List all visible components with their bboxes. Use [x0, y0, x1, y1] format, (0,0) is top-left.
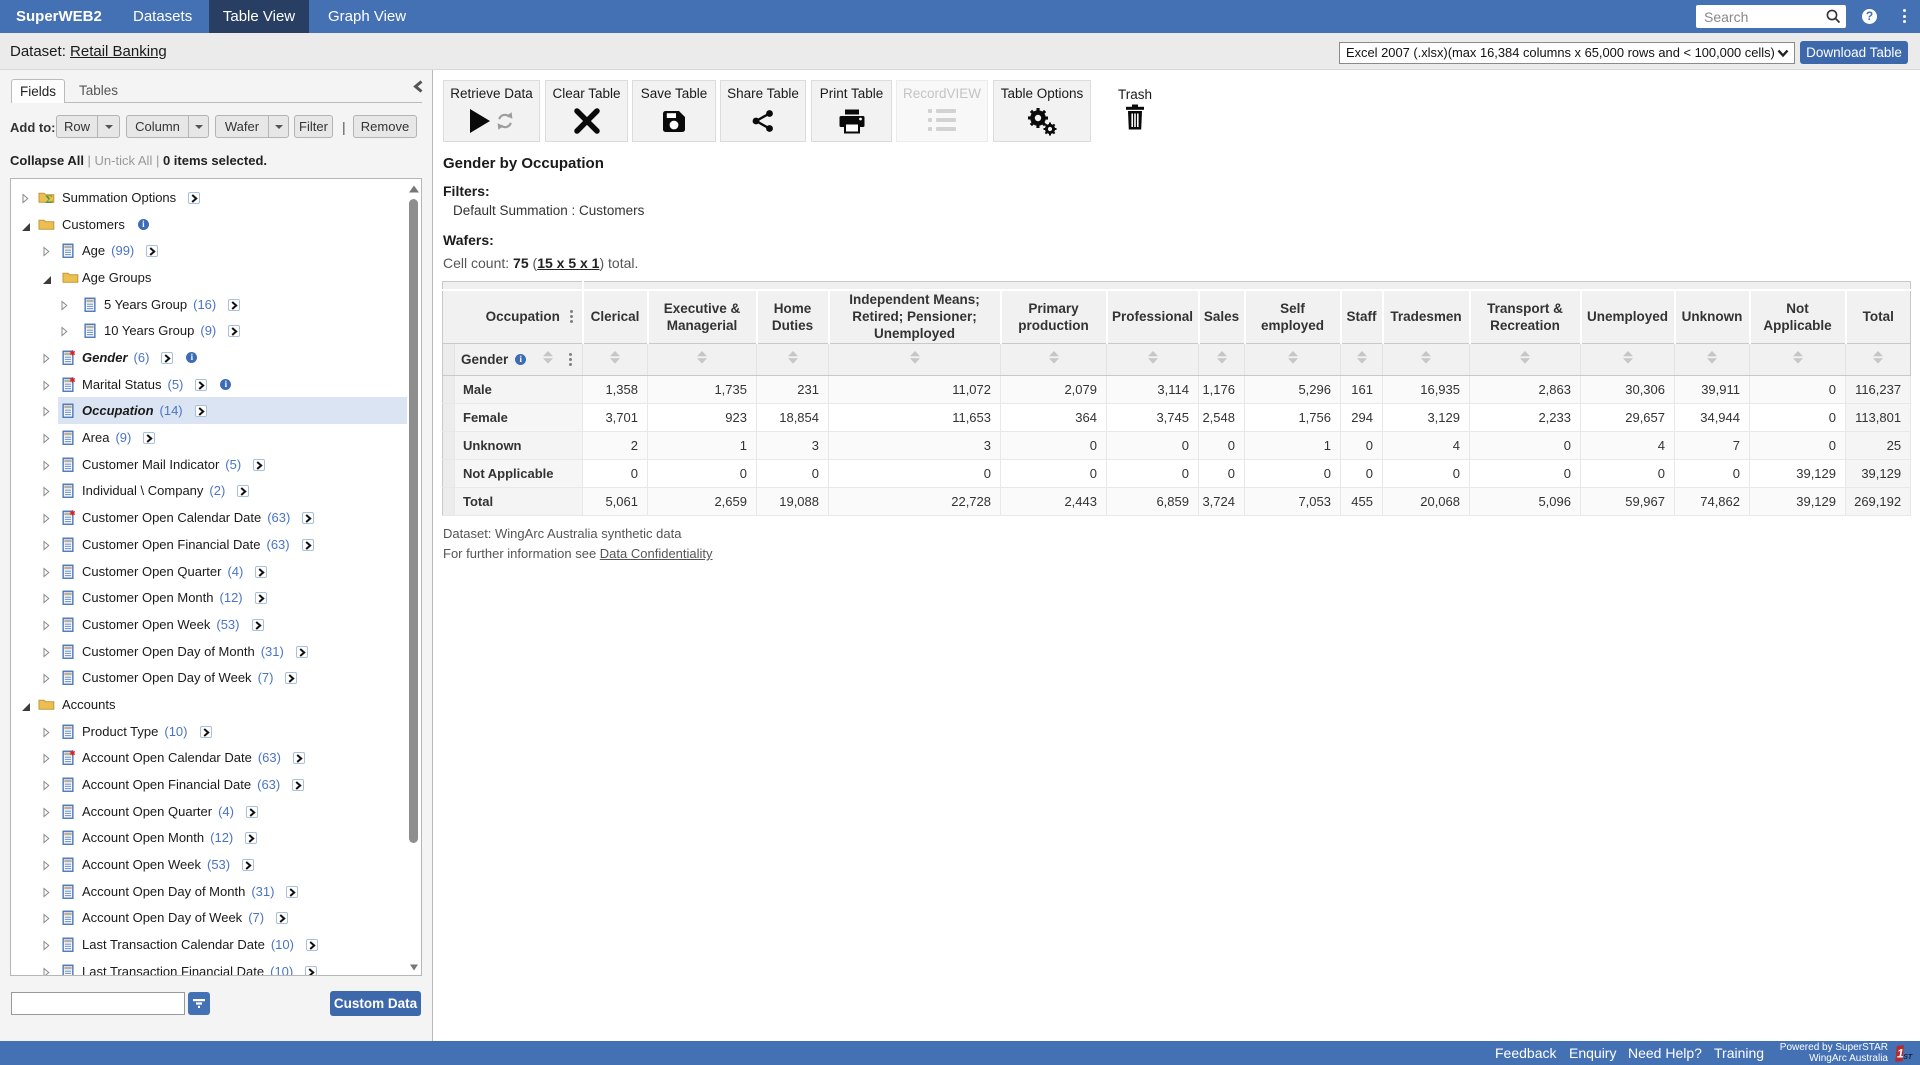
svg-text:Σ: Σ — [45, 192, 53, 204]
svg-text:ST: ST — [1903, 1054, 1913, 1061]
